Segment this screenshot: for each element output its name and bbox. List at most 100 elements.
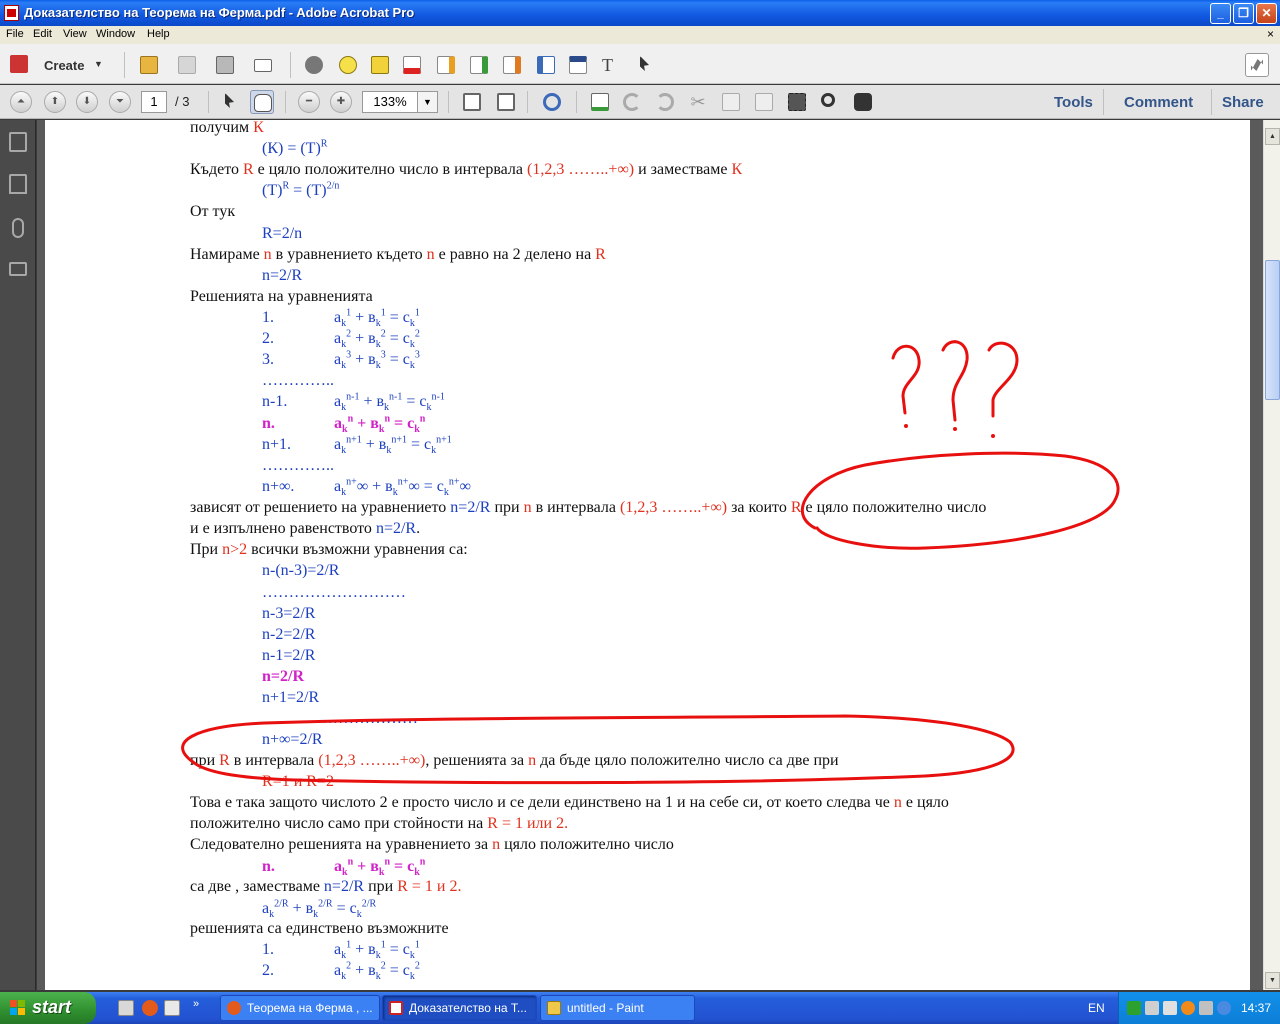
fit-page-button[interactable] xyxy=(460,90,484,114)
quick-launch-more-button[interactable]: » xyxy=(193,998,199,1010)
zoom-input[interactable]: 133% xyxy=(362,91,418,113)
title-bar[interactable]: Доказателство на Теорема на Ферма.pdf - … xyxy=(0,0,1280,26)
previous-page-button[interactable]: ⬆ xyxy=(44,91,66,113)
comment-pane-link[interactable]: Comment xyxy=(1124,94,1193,111)
attachments-icon[interactable] xyxy=(12,218,24,238)
email-icon xyxy=(254,59,272,72)
scroll-up-button[interactable]: ▲ xyxy=(1265,128,1280,145)
language-indicator[interactable]: EN xyxy=(1088,1001,1105,1015)
edit-button[interactable] xyxy=(434,53,458,77)
export-button[interactable] xyxy=(467,53,491,77)
zoom-dropdown-button[interactable]: ▼ xyxy=(418,91,438,113)
menu-file[interactable]: File xyxy=(6,28,24,40)
spellcheck-button[interactable] xyxy=(588,90,612,114)
taskbar-item-label: untitled - Paint xyxy=(567,1001,644,1015)
hand-tool-button[interactable] xyxy=(250,90,274,114)
form-button[interactable] xyxy=(534,53,558,77)
undo-button[interactable] xyxy=(620,90,644,114)
next-page-button[interactable]: ⬇ xyxy=(76,91,98,113)
binoculars-icon xyxy=(854,93,872,111)
scroll-down-button[interactable]: ▼ xyxy=(1265,972,1280,989)
create-label: Create xyxy=(44,58,85,73)
cut-button[interactable]: ✂ xyxy=(686,90,710,114)
paste-button[interactable] xyxy=(752,90,776,114)
zoom-in-button[interactable]: ✚ xyxy=(330,91,352,113)
volume-icon[interactable] xyxy=(1145,1001,1159,1015)
question-mark-3 xyxy=(987,341,1019,418)
text-tool-button[interactable]: T xyxy=(599,53,623,77)
print-button[interactable] xyxy=(213,53,237,77)
last-page-button[interactable]: ⏷ xyxy=(109,91,131,113)
taskbar-item[interactable]: untitled - Paint xyxy=(540,995,695,1021)
taskbar: start » Теорема на Ферма , ... Доказател… xyxy=(0,992,1280,1024)
bookmarks-icon[interactable] xyxy=(9,174,27,194)
search-button[interactable] xyxy=(818,90,842,114)
quick-launch-explorer-icon[interactable] xyxy=(118,1000,134,1016)
share-pane-link[interactable]: Share xyxy=(1222,94,1264,111)
quick-launch-firefox-icon[interactable] xyxy=(142,1000,158,1016)
toolbar-divider xyxy=(448,91,449,113)
network-icon[interactable] xyxy=(1163,1001,1177,1015)
form-icon xyxy=(537,56,555,74)
start-button[interactable]: start xyxy=(0,992,96,1024)
hand-icon xyxy=(254,94,272,112)
redo-button[interactable] xyxy=(653,90,677,114)
settings-button[interactable] xyxy=(302,53,326,77)
tools-pane-link[interactable]: Tools xyxy=(1054,94,1093,111)
question-dot-2 xyxy=(953,427,957,431)
select-cursor-button[interactable] xyxy=(218,90,242,114)
window-title: Доказателство на Теорема на Ферма.pdf - … xyxy=(24,5,415,20)
page-content: получим К (К) = (Т)R Където R е цяло пол… xyxy=(45,120,1250,990)
advanced-search-button[interactable] xyxy=(851,90,875,114)
open-button[interactable] xyxy=(137,53,161,77)
quick-launch-calculator-icon[interactable] xyxy=(164,1000,180,1016)
spellcheck-icon xyxy=(591,93,609,111)
fit-width-button[interactable] xyxy=(494,90,518,114)
navigation-pane xyxy=(0,120,36,990)
pdf-page: получим К (К) = (Т)R Където R е цяло пол… xyxy=(45,120,1250,990)
tray-device-icon[interactable] xyxy=(1199,1001,1213,1015)
copy-button[interactable] xyxy=(719,90,743,114)
taskbar-item[interactable]: Теорема на Ферма , ... xyxy=(220,995,380,1021)
menu-window[interactable]: Window xyxy=(96,28,135,40)
taskbar-item[interactable]: Доказателство на Т... xyxy=(382,995,537,1021)
read-mode-button[interactable] xyxy=(540,90,564,114)
combine-button[interactable] xyxy=(500,53,524,77)
copy-icon xyxy=(722,93,740,111)
close-button[interactable]: ✕ xyxy=(1256,3,1277,24)
menu-help[interactable]: Help xyxy=(147,28,170,40)
menu-edit[interactable]: Edit xyxy=(33,28,52,40)
sign-button[interactable] xyxy=(368,53,392,77)
select-icon xyxy=(569,56,587,74)
expand-button[interactable] xyxy=(1245,53,1269,77)
plus-icon: ✚ xyxy=(336,96,346,107)
create-button[interactable]: Create ▼ xyxy=(8,52,108,78)
scissors-icon: ✂ xyxy=(690,92,706,112)
maximize-button[interactable]: ❐ xyxy=(1233,3,1254,24)
signatures-icon[interactable] xyxy=(9,262,27,276)
acrobat-icon xyxy=(4,5,19,21)
first-page-button[interactable]: ⏶ xyxy=(10,91,32,113)
page-number-input[interactable]: 1 xyxy=(141,91,167,113)
tray-shield-icon[interactable] xyxy=(1217,1001,1231,1015)
select-tool-button[interactable] xyxy=(566,53,590,77)
comment-button[interactable] xyxy=(336,53,360,77)
delete-button[interactable] xyxy=(400,53,424,77)
save-button[interactable] xyxy=(175,53,199,77)
scroll-thumb[interactable] xyxy=(1265,260,1280,400)
menu-view[interactable]: View xyxy=(63,28,87,40)
tray-update-icon[interactable] xyxy=(1181,1001,1195,1015)
toolbar-divider xyxy=(1211,89,1212,115)
zoom-out-button[interactable]: ━ xyxy=(298,91,320,113)
vertical-scrollbar[interactable]: ▲ ▼ xyxy=(1263,120,1280,990)
chevron-down-icon: ▼ xyxy=(94,59,103,69)
document-view[interactable]: получим К (К) = (Т)R Където R е цяло пол… xyxy=(37,120,1263,990)
pointer-button[interactable] xyxy=(632,53,656,77)
minimize-button[interactable]: _ xyxy=(1210,3,1231,24)
tray-app-icon[interactable] xyxy=(1127,1001,1141,1015)
page-total: / 3 xyxy=(175,94,190,109)
email-button[interactable] xyxy=(251,53,275,77)
snapshot-button[interactable] xyxy=(785,90,809,114)
pages-icon[interactable] xyxy=(9,132,27,152)
close-document-button[interactable]: × xyxy=(1267,27,1274,41)
